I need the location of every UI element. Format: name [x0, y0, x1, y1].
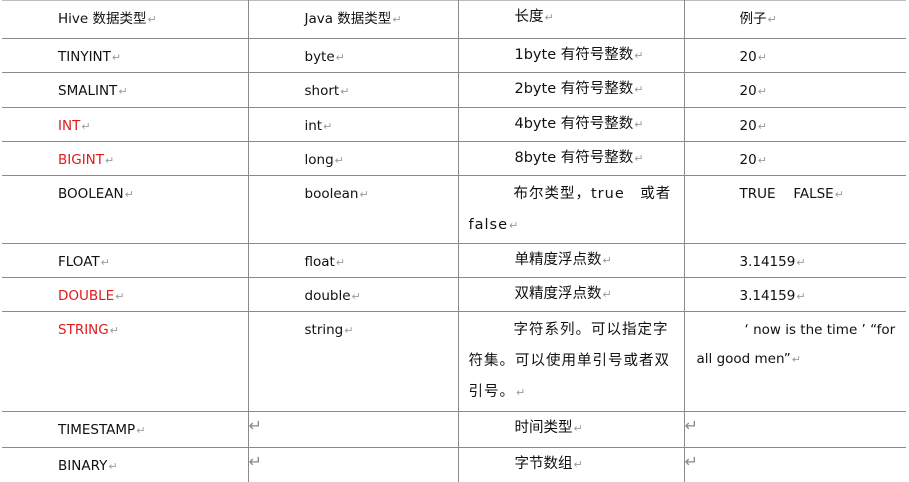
- length-cell: 8byte 有符号整数: [514, 150, 634, 166]
- java-type-cell: int: [304, 118, 323, 134]
- length-cell: 字节数组: [514, 456, 573, 472]
- paragraph-mark-icon: ↵: [340, 85, 350, 98]
- paragraph-mark-icon: ↵: [684, 452, 698, 471]
- java-type-cell: float: [304, 254, 335, 270]
- paragraph-mark-icon: ↵: [834, 188, 844, 201]
- table-row: BOOLEAN↵ boolean↵ 布尔类型，true 或者 false↵ TR…: [2, 175, 906, 244]
- header-row: Hive 数据类型↵ Java 数据类型↵ 长度↵ 例子↵: [2, 0, 906, 39]
- paragraph-mark-icon: ↵: [634, 83, 644, 96]
- length-cell: 字符系列。可以指定字符集。可以使用单引号或者双引号。: [468, 322, 670, 400]
- paragraph-mark-icon: ↵: [516, 386, 527, 399]
- paragraph-mark-icon: ↵: [791, 353, 802, 366]
- java-type-cell: long: [304, 152, 334, 168]
- paragraph-mark-icon: ↵: [118, 85, 128, 98]
- java-type-cell: byte: [304, 49, 335, 65]
- paragraph-mark-icon: ↵: [573, 458, 583, 471]
- paragraph-mark-icon: ↵: [100, 256, 110, 269]
- header-length: 长度: [514, 9, 544, 25]
- java-type-cell: double: [304, 288, 351, 304]
- hive-type-cell: FLOAT: [58, 254, 100, 270]
- header-hive-type: Hive 数据类型: [58, 11, 147, 27]
- paragraph-mark-icon: ↵: [124, 188, 134, 201]
- length-cell: 时间类型: [514, 420, 573, 436]
- table-row: DOUBLE↵ double↵ 双精度浮点数↵ 3.14159↵: [2, 277, 906, 312]
- example-cell: 3.14159: [739, 254, 796, 270]
- paragraph-mark-icon: ↵: [147, 13, 157, 26]
- paragraph-mark-icon: ↵: [634, 118, 644, 131]
- hive-type-cell: BIGINT: [58, 152, 105, 168]
- table-row: INT↵ int↵ 4byte 有符号整数↵ 20↵: [2, 107, 906, 142]
- paragraph-mark-icon: ↵: [796, 256, 806, 269]
- paragraph-mark-icon: ↵: [602, 254, 612, 267]
- java-type-cell: string: [304, 322, 344, 338]
- header-java-type: Java 数据类型: [304, 11, 392, 27]
- paragraph-mark-icon: ↵: [351, 290, 361, 303]
- table-row: BINARY↵ ↵ 字节数组↵ ↵: [2, 447, 906, 482]
- java-type-cell: boolean: [304, 186, 359, 202]
- paragraph-mark-icon: ↵: [634, 49, 644, 62]
- example-cell: TRUE FALSE: [739, 186, 834, 202]
- length-cell: 1byte 有符号整数: [514, 47, 634, 63]
- java-type-cell: short: [304, 83, 340, 99]
- example-cell: 20: [739, 152, 757, 168]
- paragraph-mark-icon: ↵: [392, 13, 402, 26]
- paragraph-mark-icon: ↵: [335, 51, 345, 64]
- length-cell: 单精度浮点数: [514, 252, 602, 268]
- hive-type-cell: INT: [58, 118, 81, 134]
- table-row: SMALINT↵ short↵ 2byte 有符号整数↵ 20↵: [2, 72, 906, 108]
- paragraph-mark-icon: ↵: [544, 11, 554, 24]
- paragraph-mark-icon: ↵: [248, 452, 262, 471]
- paragraph-mark-icon: ↵: [359, 188, 369, 201]
- paragraph-mark-icon: ↵: [81, 120, 91, 133]
- hive-type-cell: SMALINT: [58, 83, 118, 99]
- table-row: STRING↵ string↵ 字符系列。可以指定字符集。可以使用单引号或者双引…: [2, 311, 906, 412]
- paragraph-mark-icon: ↵: [634, 152, 644, 165]
- header-example: 例子: [739, 11, 767, 27]
- hive-type-cell: TIMESTAMP: [58, 422, 136, 438]
- paragraph-mark-icon: ↵: [602, 288, 612, 301]
- table-row: FLOAT↵ float↵ 单精度浮点数↵ 3.14159↵: [2, 243, 906, 278]
- length-cell: 2byte 有符号整数: [514, 81, 634, 97]
- paragraph-mark-icon: ↵: [136, 424, 146, 437]
- paragraph-mark-icon: ↵: [573, 422, 583, 435]
- paragraph-mark-icon: ↵: [109, 324, 119, 337]
- example-cell: 20: [739, 118, 757, 134]
- paragraph-mark-icon: ↵: [757, 51, 767, 64]
- paragraph-mark-icon: ↵: [335, 256, 346, 269]
- length-cell: 4byte 有符号整数: [514, 116, 634, 132]
- paragraph-mark-icon: ↵: [796, 290, 806, 303]
- example-cell: 20: [739, 83, 757, 99]
- table-row: TIMESTAMP↵ ↵ 时间类型↵ ↵: [2, 411, 906, 448]
- table-row: BIGINT↵ long↵ 8byte 有符号整数↵ 20↵: [2, 141, 906, 176]
- paragraph-mark-icon: ↵: [334, 154, 344, 167]
- paragraph-mark-icon: ↵: [111, 51, 122, 64]
- paragraph-mark-icon: ↵: [509, 219, 520, 232]
- hive-type-cell: BOOLEAN: [58, 186, 124, 202]
- length-cell: 布尔类型，true 或者 false: [468, 186, 672, 233]
- paragraph-mark-icon: ↵: [248, 416, 262, 435]
- table-row: TINYINT↵ byte↵ 1byte 有符号整数↵ 20↵: [2, 38, 906, 73]
- paragraph-mark-icon: ↵: [757, 120, 767, 133]
- hive-type-cell: DOUBLE: [58, 288, 115, 304]
- hive-type-cell: STRING: [58, 322, 109, 338]
- paragraph-mark-icon: ↵: [344, 324, 354, 337]
- hive-type-cell: TINYINT: [58, 49, 111, 65]
- paragraph-mark-icon: ↵: [684, 416, 698, 435]
- paragraph-mark-icon: ↵: [767, 13, 777, 26]
- hive-type-cell: BINARY: [58, 458, 108, 474]
- paragraph-mark-icon: ↵: [108, 460, 118, 473]
- example-cell: 3.14159: [739, 288, 796, 304]
- paragraph-mark-icon: ↵: [323, 120, 333, 133]
- paragraph-mark-icon: ↵: [757, 154, 767, 167]
- example-cell: 20: [739, 49, 757, 65]
- hive-data-types-table: Hive 数据类型↵ Java 数据类型↵ 长度↵ 例子↵ TINYINT↵ b…: [2, 0, 906, 482]
- paragraph-mark-icon: ↵: [105, 154, 115, 167]
- paragraph-mark-icon: ↵: [115, 290, 125, 303]
- paragraph-mark-icon: ↵: [757, 85, 767, 98]
- length-cell: 双精度浮点数: [514, 286, 602, 302]
